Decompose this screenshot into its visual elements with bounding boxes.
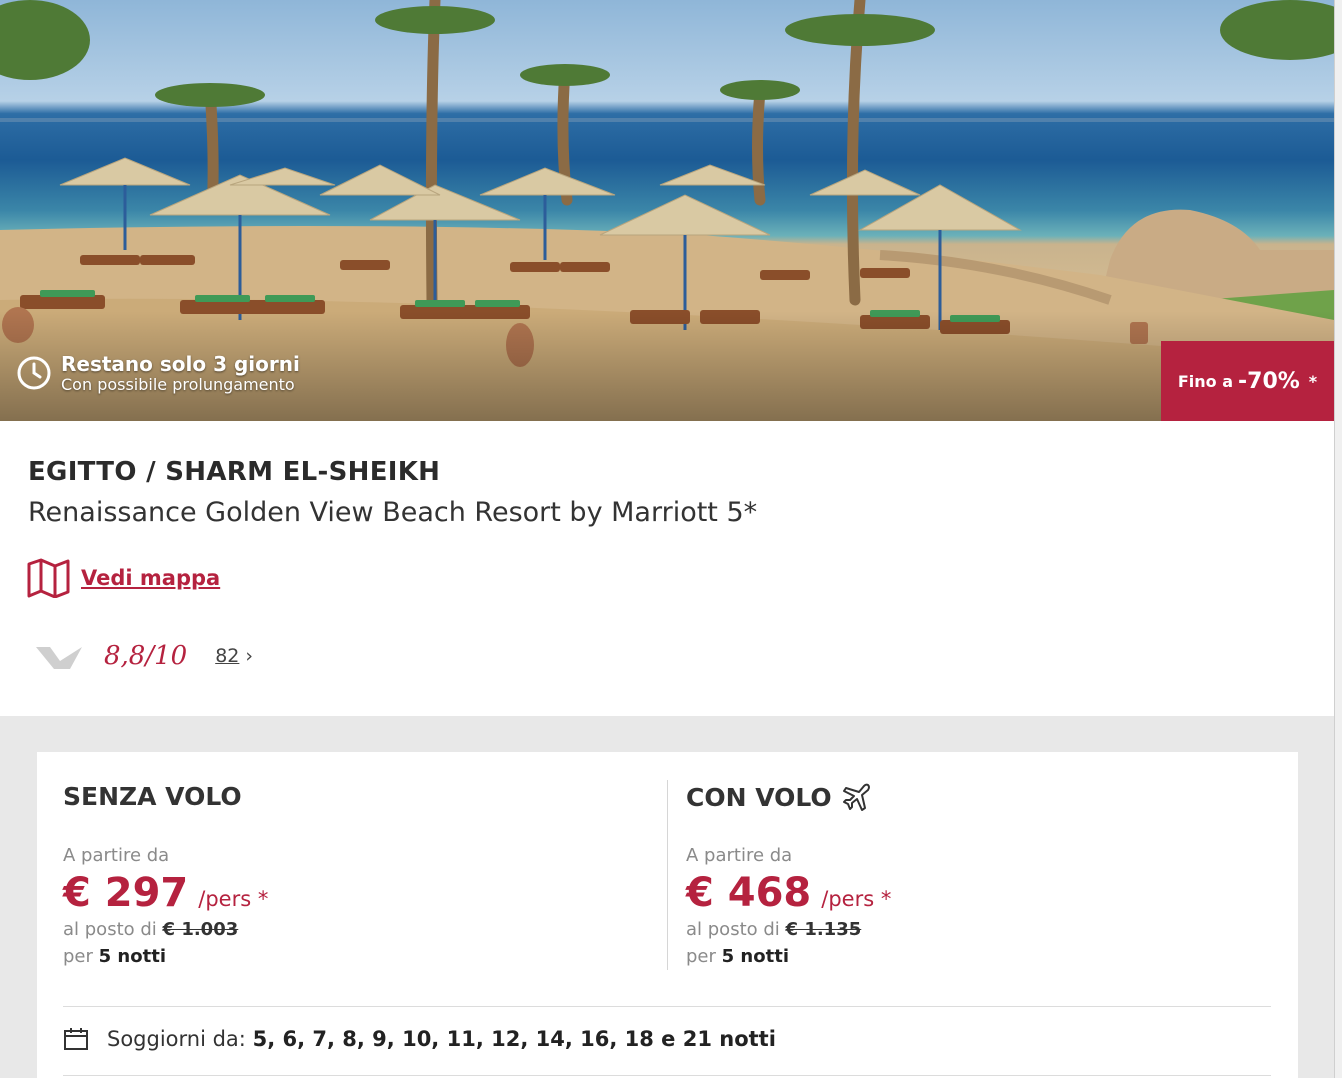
without-flight-was-label: al posto di xyxy=(63,919,157,940)
with-flight-price: € 468 xyxy=(686,870,812,916)
rating-logo-icon xyxy=(36,647,82,669)
without-flight-title-text: SENZA VOLO xyxy=(63,782,242,811)
discount-value: -70% xyxy=(1238,368,1300,394)
rating-score: 8,8/10 xyxy=(104,641,188,671)
with-flight-was-label: al posto di xyxy=(686,919,780,940)
discount-asterisk: * xyxy=(1308,371,1318,391)
with-flight-price-row: € 468 /pers * xyxy=(686,870,891,916)
rating-summary[interactable]: 8,8/10 82 › xyxy=(36,641,253,671)
stays-row: Soggiorni da: 5, 6, 7, 8, 9, 10, 11, 12,… xyxy=(63,1026,776,1052)
hero-image[interactable]: Restano solo 3 giorni Con possibile prol… xyxy=(0,0,1334,421)
clock-icon xyxy=(17,356,51,390)
without-flight-title: SENZA VOLO xyxy=(63,782,242,811)
review-count[interactable]: 82 xyxy=(215,645,239,667)
timer-subtitle: Con possibile prolungamento xyxy=(61,375,295,394)
hotel-name[interactable]: Renaissance Golden View Beach Resort by … xyxy=(28,497,757,528)
without-flight-price-row: € 297 /pers * xyxy=(63,870,268,916)
pricing-card: SENZA VOLO A partire da € 297 /pers * al… xyxy=(37,752,1298,1078)
map-icon xyxy=(27,558,70,598)
map-link-label[interactable]: Vedi mappa xyxy=(81,566,220,590)
chevron-right-icon[interactable]: › xyxy=(245,645,253,667)
discount-label: Fino a xyxy=(1177,371,1233,391)
with-flight-title: CON VOLO xyxy=(686,782,872,812)
scrollbar-edge[interactable] xyxy=(1334,0,1342,1078)
discount-badge: Fino a -70% * xyxy=(1161,341,1334,421)
with-flight-from: A partire da xyxy=(686,845,793,866)
calendar-icon xyxy=(64,1028,88,1050)
with-flight-nights-prefix: per xyxy=(686,946,716,967)
with-flight-nights: per 5 notti xyxy=(686,946,789,967)
stays-values: 5, 6, 7, 8, 9, 10, 11, 12, 14, 16, 18 e … xyxy=(252,1027,776,1051)
without-flight-nights-value: 5 notti xyxy=(98,946,166,967)
stays-divider-bottom xyxy=(63,1075,1271,1076)
stays-label: Soggiorni da: xyxy=(107,1027,246,1051)
destination-title: EGITTO / SHARM EL-SHEIKH xyxy=(28,457,441,487)
timer-title: Restano solo 3 giorni xyxy=(61,352,300,376)
column-divider xyxy=(667,780,668,970)
map-link[interactable]: Vedi mappa xyxy=(27,558,220,598)
timer-text: Restano solo 3 giorni Con possibile prol… xyxy=(61,352,300,394)
with-flight-was-price: € 1.135 xyxy=(785,919,862,940)
without-flight-unit: /pers * xyxy=(198,887,269,911)
without-flight-from: A partire da xyxy=(63,845,170,866)
with-flight-nights-value: 5 notti xyxy=(721,946,789,967)
timer-badge: Restano solo 3 giorni Con possibile prol… xyxy=(17,352,300,394)
with-flight-unit: /pers * xyxy=(821,887,892,911)
without-flight-nights-prefix: per xyxy=(63,946,93,967)
with-flight-was: al posto di € 1.135 xyxy=(686,919,861,940)
without-flight-price: € 297 xyxy=(63,870,189,916)
without-flight-was-price: € 1.003 xyxy=(162,919,239,940)
with-flight-title-text: CON VOLO xyxy=(686,782,832,812)
without-flight-was: al posto di € 1.003 xyxy=(63,919,238,940)
airplane-icon xyxy=(842,783,870,811)
offer-info: EGITTO / SHARM EL-SHEIKH Renaissance Gol… xyxy=(0,421,1334,716)
stays-divider-top xyxy=(63,1006,1271,1007)
without-flight-nights: per 5 notti xyxy=(63,946,166,967)
